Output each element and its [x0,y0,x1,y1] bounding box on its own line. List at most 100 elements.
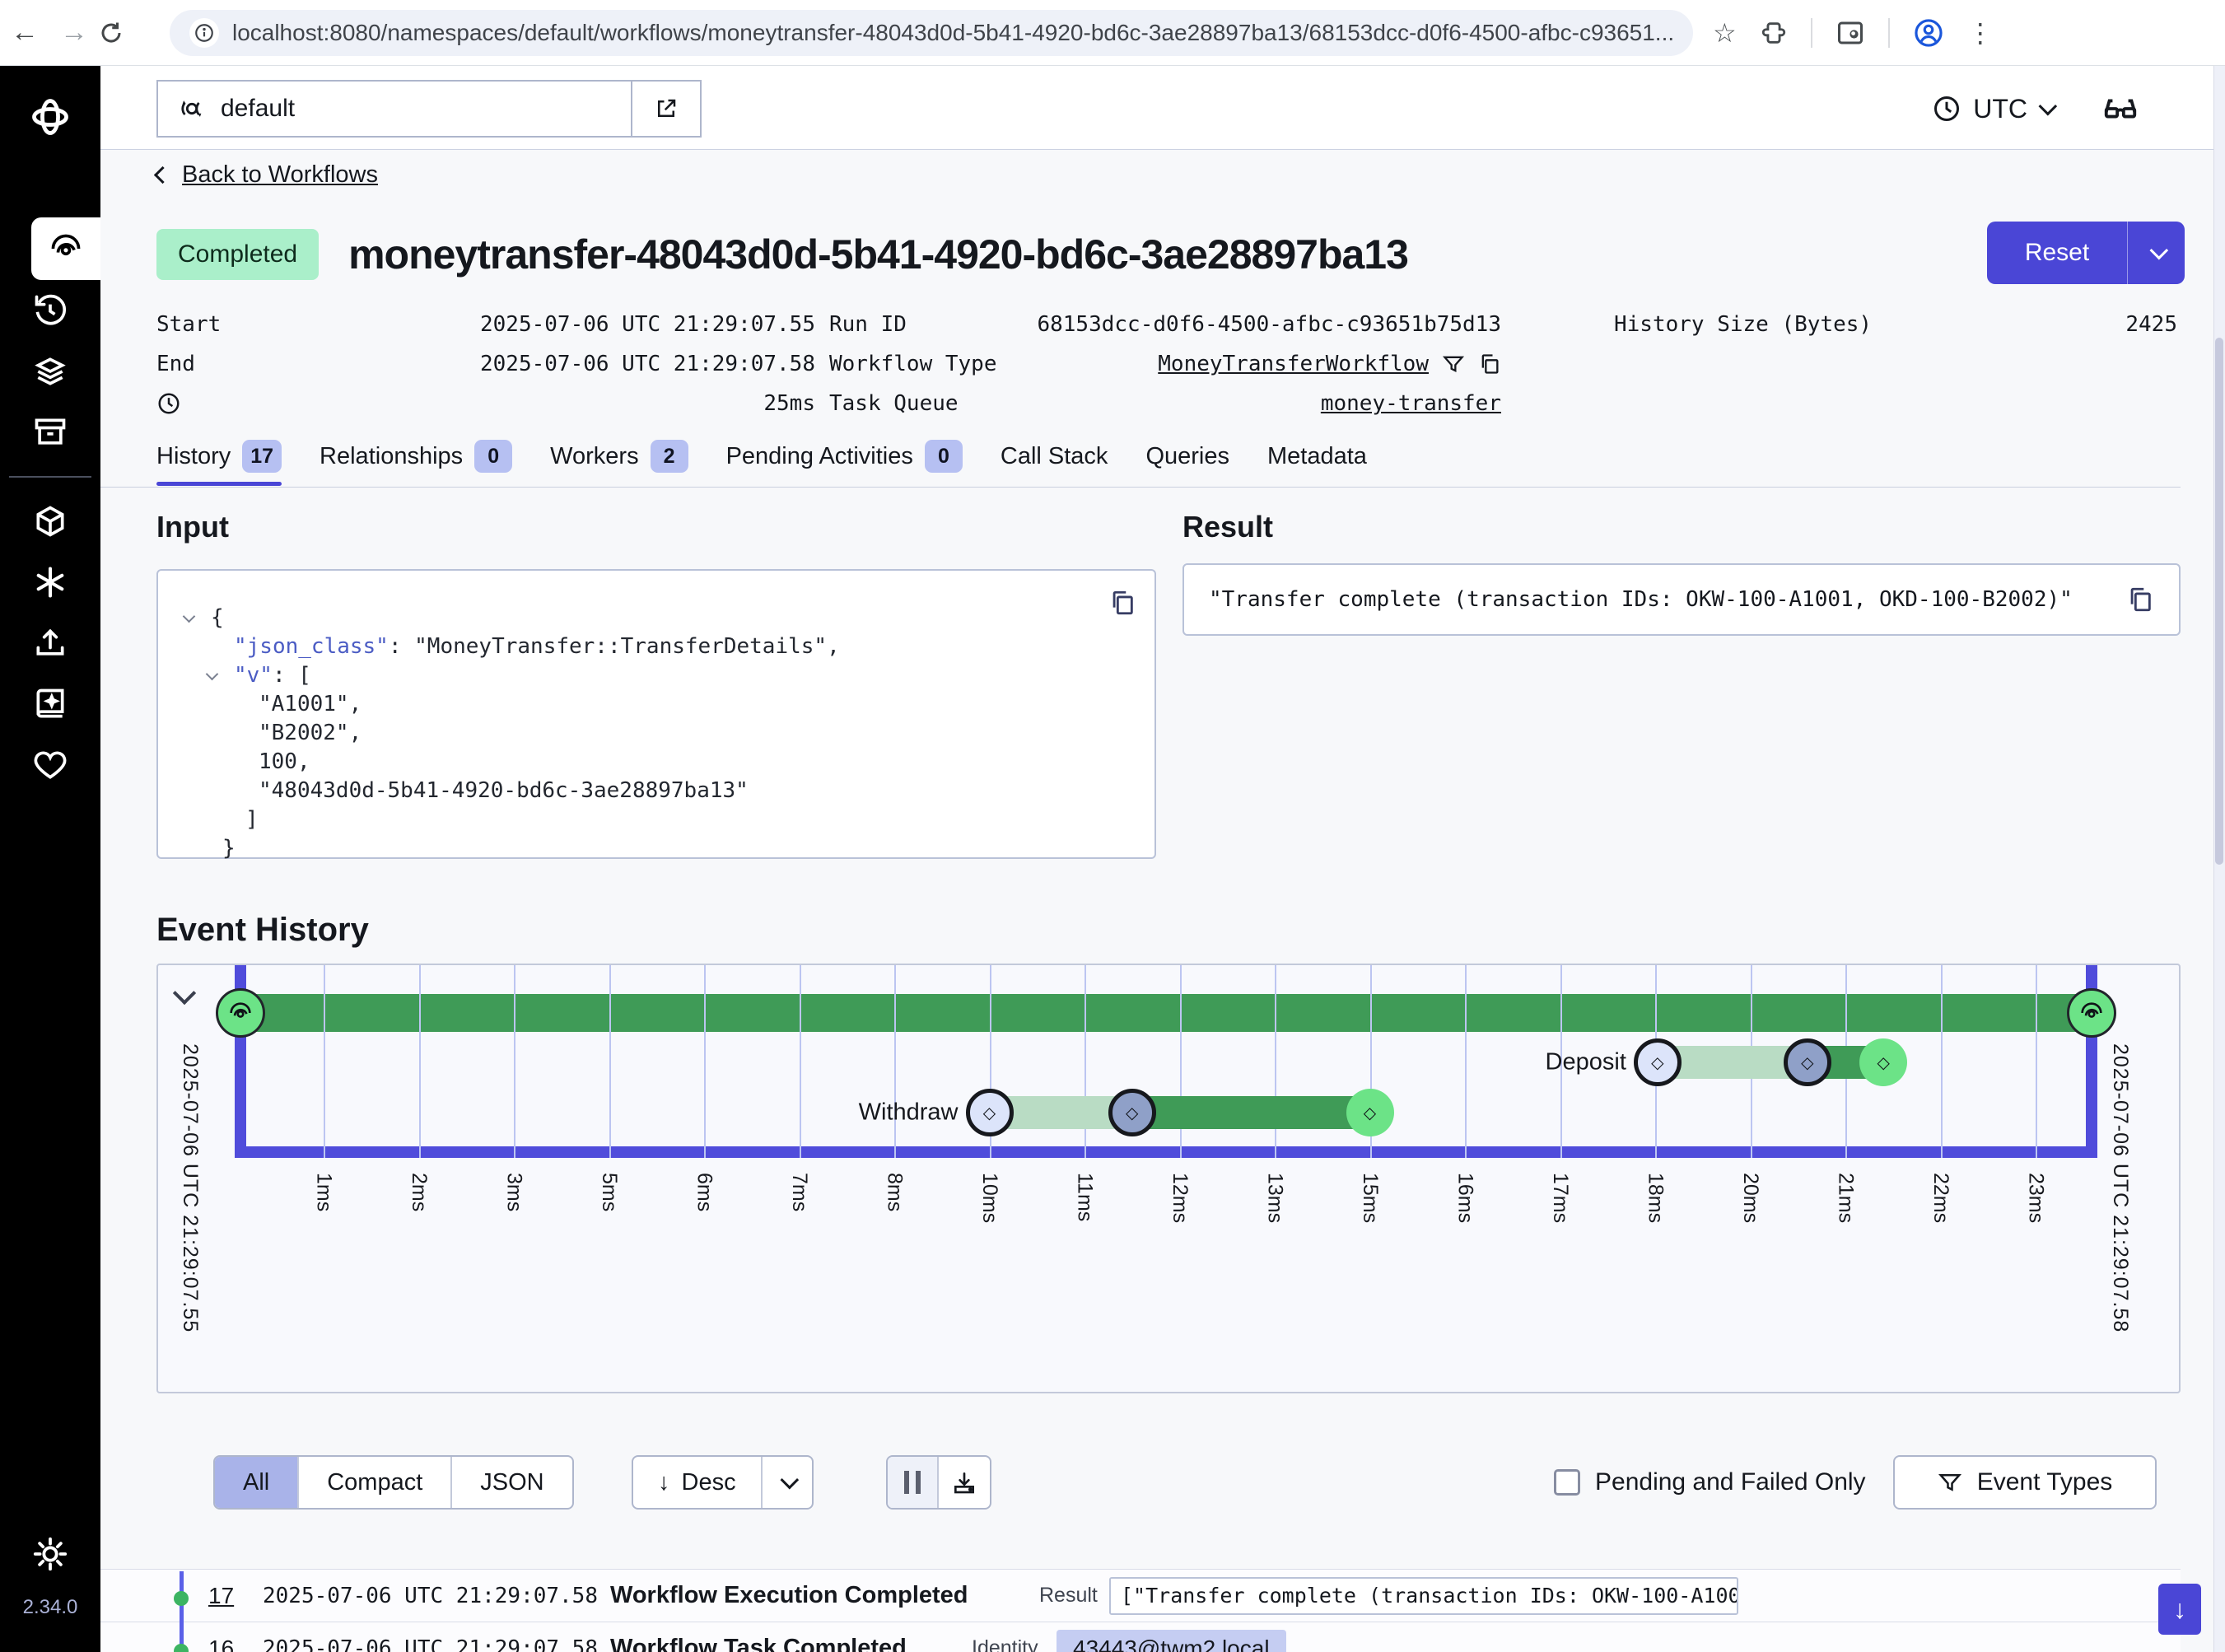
pause-button[interactable] [888,1457,939,1508]
event-types-button[interactable]: Event Types [1893,1455,2157,1510]
duration-value: 25ms [763,391,815,416]
filter-funnel-icon[interactable] [1442,352,1465,376]
sidebar-item-workflows[interactable] [31,217,100,280]
bookmark-star-icon[interactable]: ☆ [1713,17,1737,49]
event-history-heading: Event History [156,912,369,949]
activity-span-label: Withdraw [859,1099,959,1127]
event-timestamp: 2025-07-06 UTC 21:29:07.58 [263,1636,598,1652]
timeline-gridline [1465,965,1467,1158]
temporal-logo-icon[interactable] [29,96,72,138]
namespace-selector[interactable]: default [156,80,702,138]
reset-button[interactable]: Reset [1987,222,2185,284]
view-json-button[interactable]: JSON [452,1457,571,1508]
pending-failed-checkbox[interactable] [1554,1469,1580,1496]
task-queue-label: Task Queue [829,391,959,416]
timeline-tick-label: 17ms [1548,1173,1572,1223]
tab-metadata[interactable]: Metadata [1267,440,1367,484]
sidebar-item-nexus[interactable] [0,552,100,613]
tab-queries[interactable]: Queries [1145,440,1229,484]
input-heading: Input [156,510,229,544]
tab-pending-activities[interactable]: Pending Activities0 [726,440,963,484]
sidebar-item-import[interactable] [0,613,100,674]
chevron-left-icon [154,166,171,184]
sidebar-item-namespaces[interactable] [0,491,100,552]
profile-icon[interactable] [1913,17,1944,49]
timeline-tick-label: 6ms [693,1173,716,1211]
reset-menu-button[interactable] [2127,222,2185,284]
scroll-to-bottom-button[interactable]: ↓ [2158,1584,2201,1635]
run-id-label: Run ID [829,312,907,337]
sidebar-item-archive[interactable] [0,402,100,463]
event-id-link[interactable]: 17 [208,1583,234,1609]
scrollbar-thumb[interactable] [2215,338,2223,865]
timeline-tick-label: 16ms [1453,1173,1477,1223]
deposit-started-marker[interactable]: ◇ [1784,1038,1831,1086]
history-controls: All Compact JSON ↓Desc Pending and Faile… [100,1455,2181,1510]
browser-menu-icon[interactable]: ⋮ [1967,17,1994,49]
browser-forward-icon[interactable]: → [49,16,99,49]
sort-desc-button[interactable]: ↓Desc [633,1457,761,1508]
history-size-label: History Size (Bytes) [1614,312,1872,337]
event-row[interactable]: 16 2025-07-06 UTC 21:29:07.58 Workflow T… [100,1622,2181,1652]
event-status-dot [174,1591,189,1606]
sort-menu-button[interactable] [761,1457,812,1508]
download-button[interactable] [939,1457,990,1508]
event-result-chip: ["Transfer complete (transaction IDs: OK… [1109,1577,1738,1615]
theme-toggle-icon[interactable] [31,1535,69,1573]
timeline-gridline [894,965,896,1158]
workflow-start-marker[interactable] [216,988,265,1038]
workflow-span-bar[interactable] [240,994,2092,1032]
view-all-button[interactable]: All [215,1457,299,1508]
sidebar-item-feedback[interactable] [0,735,100,796]
arrow-down-icon: ↓ [658,1469,670,1496]
address-bar[interactable]: localhost:8080/namespaces/default/workfl… [170,10,1693,56]
site-info-icon[interactable] [189,18,219,48]
browser-back-icon[interactable]: ← [0,16,49,49]
start-value: 2025-07-06 UTC 21:29:07.55 [480,312,815,337]
event-row[interactable]: 17 2025-07-06 UTC 21:29:07.58 Workflow E… [100,1569,2181,1622]
back-to-workflows-link[interactable]: Back to Workflows [156,161,378,189]
timeline-tick-label: 11ms [1073,1173,1097,1221]
tab-history[interactable]: History17 [156,440,282,484]
browser-chrome: ← → localhost:8080/namespaces/default/wo… [0,0,2225,66]
namespace-open-button[interactable] [631,82,700,136]
tab-relationships[interactable]: Relationships0 [320,440,512,484]
history-size-value: 2425 [2125,312,2177,337]
withdraw-started-marker[interactable]: ◇ [1108,1089,1156,1136]
page-scrollbar[interactable] [2213,66,2225,1652]
end-value: 2025-07-06 UTC 21:29:07.58 [480,352,815,376]
url-text[interactable]: localhost:8080/namespaces/default/workfl… [232,20,1673,46]
withdraw-closed-marker[interactable]: ◇ [1346,1089,1394,1136]
timeline-gridline [609,965,611,1158]
view-compact-button[interactable]: Compact [299,1457,452,1508]
withdraw-scheduled-marker[interactable]: ◇ [966,1089,1014,1136]
copy-icon[interactable] [1478,352,1501,376]
search-panel-icon[interactable] [1836,18,1865,48]
deposit-scheduled-marker[interactable]: ◇ [1634,1038,1682,1086]
deposit-closed-marker[interactable]: ◇ [1859,1038,1907,1086]
extensions-icon[interactable] [1760,19,1788,47]
sidebar-item-deployments[interactable] [0,341,100,402]
tab-count-badge: 0 [474,440,512,473]
workflow-type-label: Workflow Type [829,352,997,376]
task-queue-link[interactable]: money-transfer [1321,391,1501,416]
browser-reload-icon[interactable] [99,21,148,45]
copy-icon[interactable] [2126,586,2154,614]
workflow-end-marker[interactable] [2067,988,2116,1038]
timeline-tick-label: 5ms [597,1173,621,1211]
workflow-type-link[interactable]: MoneyTransferWorkflow [1158,352,1429,376]
tab-workers[interactable]: Workers2 [550,440,688,484]
timeline-tick-label: 21ms [1834,1173,1858,1223]
namespace-icon [178,95,206,123]
timezone-selector[interactable]: UTC [1932,94,2052,124]
timezone-label: UTC [1973,94,2027,124]
sidebar-item-schedules[interactable] [0,280,100,341]
labs-glasses-icon[interactable] [2101,90,2139,128]
event-id-link[interactable]: 16 [208,1636,234,1652]
timeline-collapse-icon[interactable] [173,982,196,1005]
tab-count-badge: 17 [242,440,282,473]
sidebar-item-docs[interactable] [0,674,100,735]
tab-count-badge: 2 [651,440,688,473]
chevron-down-icon [2149,241,2168,260]
tab-call-stack[interactable]: Call Stack [1001,440,1108,484]
